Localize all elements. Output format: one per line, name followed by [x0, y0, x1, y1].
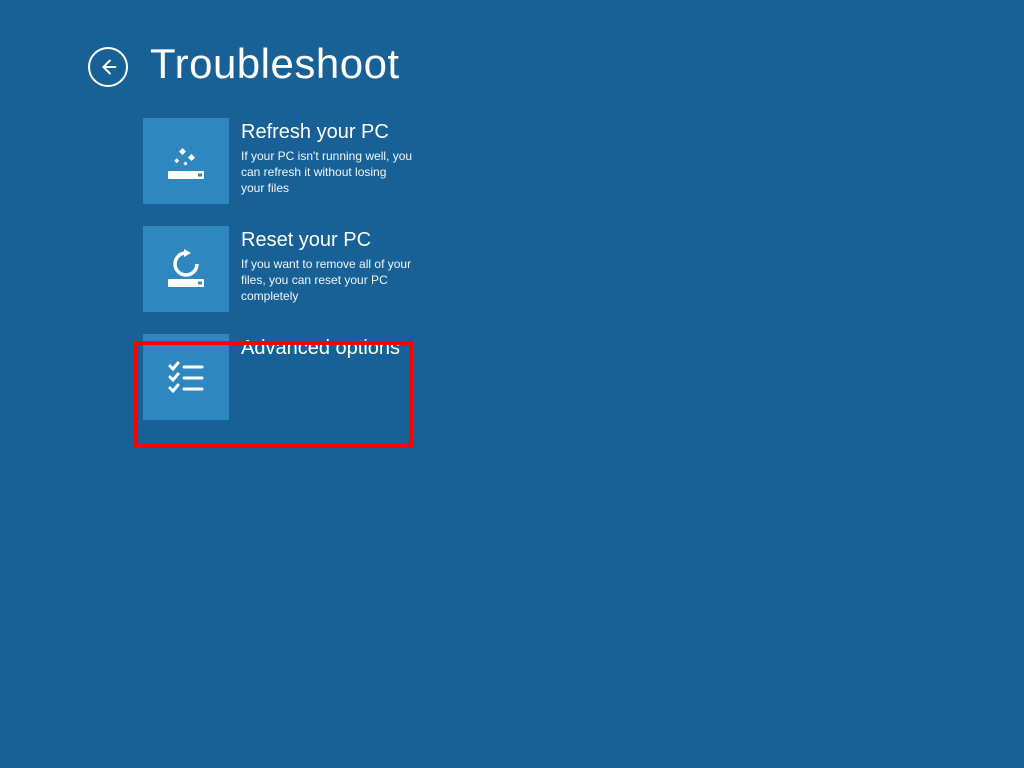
advanced-options-icon	[143, 334, 229, 420]
header: Troubleshoot	[88, 40, 1024, 88]
tile-title: Reset your PC	[241, 228, 413, 252]
refresh-pc-icon	[143, 118, 229, 204]
tile-description: If you want to remove all of your files,…	[241, 256, 413, 305]
options-list: Refresh your PC If your PC isn't running…	[143, 118, 433, 420]
tile-title: Advanced options	[241, 336, 413, 360]
tile-refresh-pc[interactable]: Refresh your PC If your PC isn't running…	[143, 118, 413, 204]
back-button[interactable]	[88, 47, 128, 87]
tile-text: Reset your PC If you want to remove all …	[229, 226, 413, 305]
reset-pc-icon	[143, 226, 229, 312]
page-title: Troubleshoot	[150, 40, 400, 88]
tile-title: Refresh your PC	[241, 120, 413, 144]
arrow-left-icon	[97, 56, 119, 78]
tile-text: Refresh your PC If your PC isn't running…	[229, 118, 413, 197]
tile-reset-pc[interactable]: Reset your PC If you want to remove all …	[143, 226, 413, 312]
tile-description: If your PC isn't running well, you can r…	[241, 148, 413, 197]
tile-text: Advanced options	[229, 334, 413, 364]
tile-advanced-options[interactable]: Advanced options	[143, 334, 413, 420]
troubleshoot-screen: Troubleshoot Refresh your PC If	[0, 0, 1024, 768]
